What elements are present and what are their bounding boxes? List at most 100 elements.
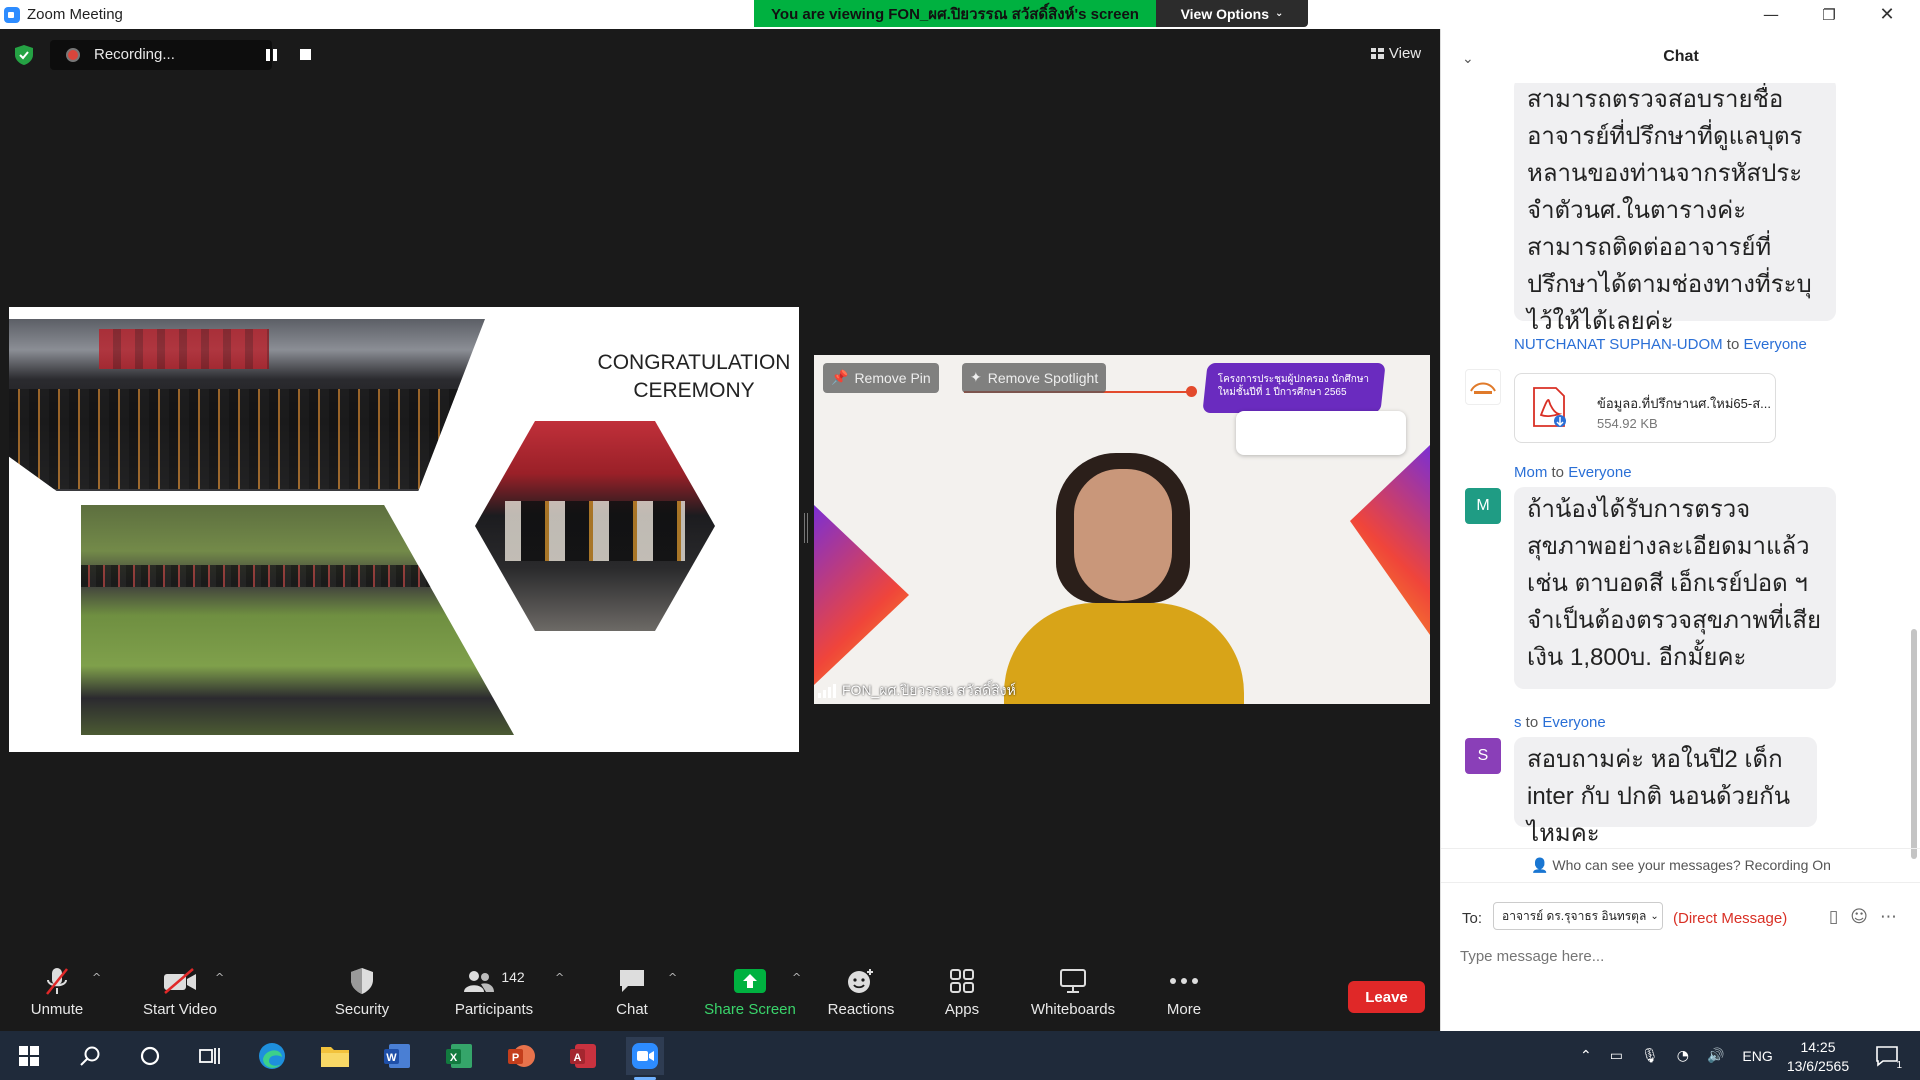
chat-sender-line: s to Everyone — [1514, 714, 1606, 731]
chat-title: Chat — [1663, 48, 1699, 65]
folder-icon — [321, 1047, 349, 1067]
whiteboards-label: Whiteboards — [1030, 1001, 1116, 1018]
emoji-icon[interactable]: ☺ — [1850, 907, 1868, 927]
task-view-icon — [199, 1048, 220, 1064]
graduation-group-photo — [81, 505, 514, 735]
chat-message-list[interactable]: สามารถตรวจสอบรายชื่ออาจารย์ที่ปรึกษาที่ด… — [1441, 83, 1911, 843]
input-language[interactable]: ENG — [1742, 1048, 1772, 1064]
chat-scrollbar[interactable] — [1911, 629, 1917, 859]
participants-count: 142 — [501, 969, 525, 985]
split-divider-handle[interactable] — [804, 513, 808, 543]
cortana-button[interactable] — [131, 1037, 169, 1075]
file-explorer-taskbar-button[interactable] — [316, 1037, 354, 1075]
more-options-icon[interactable]: ⋯ — [1880, 907, 1897, 927]
to-label: To: — [1462, 910, 1483, 927]
edge-taskbar-button[interactable] — [253, 1037, 291, 1075]
chevron-up-icon[interactable]: ⌃ — [1580, 1048, 1592, 1064]
file-name: ข้อมูลอ.ที่ปรึกษานศ.ใหม่65-ส... — [1597, 396, 1771, 411]
chat-to-word: to — [1525, 714, 1539, 731]
participant-video-tile[interactable]: โครงการประชุมผู้ปกครอง นักศึกษาใหม่ชั้นป… — [814, 355, 1430, 704]
minimize-button[interactable]: — — [1743, 0, 1799, 29]
window-title: Zoom Meeting — [27, 6, 123, 23]
chat-recipient: Everyone — [1542, 714, 1606, 731]
decorative-dot — [1186, 386, 1197, 397]
reactions-button[interactable]: Reactions — [826, 965, 896, 1025]
remove-pin-button[interactable]: 📌 Remove Pin — [823, 363, 939, 393]
recipient-select[interactable]: อาจารย์ ดร.รุจาธร อินทรตุล ⌄ — [1493, 902, 1663, 930]
video-off-icon — [164, 968, 196, 994]
viewing-banner: You are viewing FON_ผศ.ปิยวรรณ สวัสดิ์สิ… — [754, 0, 1156, 27]
remove-spotlight-button[interactable]: ✦ Remove Spotlight — [962, 363, 1107, 393]
task-view-button[interactable] — [191, 1037, 229, 1075]
close-button[interactable]: ✕ — [1859, 0, 1915, 29]
video-options-caret-icon[interactable]: ^ — [215, 971, 225, 984]
chat-message-bubble: สามารถตรวจสอบรายชื่ออาจารย์ที่ปรึกษาที่ด… — [1514, 83, 1836, 335]
organization-logo-icon — [1470, 382, 1496, 394]
restore-icon: ❐ — [1822, 5, 1836, 24]
audio-options-caret-icon[interactable]: ^ — [92, 971, 102, 984]
more-button[interactable]: More — [1162, 965, 1206, 1025]
svg-text:W: W — [386, 1052, 397, 1064]
svg-text:X: X — [450, 1052, 458, 1064]
share-screen-caret-icon[interactable]: ^ — [792, 971, 802, 984]
chat-message-input[interactable] — [1460, 941, 1900, 971]
message-visibility-notice[interactable]: 👤 Who can see your messages? Recording O… — [1441, 848, 1920, 878]
file-attach-icon[interactable]: ▯ — [1829, 907, 1838, 927]
restore-button[interactable]: ❐ — [1801, 0, 1857, 29]
leave-button[interactable]: Leave — [1348, 981, 1425, 1013]
excel-icon: X — [446, 1044, 472, 1068]
chat-icon — [620, 970, 644, 992]
reactions-icon — [848, 969, 873, 993]
access-taskbar-button[interactable]: A — [564, 1037, 602, 1075]
chat-button[interactable]: Chat — [610, 965, 654, 1025]
pause-recording-icon[interactable] — [266, 49, 278, 61]
svg-text:A: A — [574, 1052, 582, 1064]
chat-sender-line: NUTCHANAT SUPHAN-UDOM to Everyone — [1514, 336, 1807, 353]
taskbar-clock[interactable]: 14:25 13/6/2565 — [1778, 1038, 1858, 1076]
virtual-background-banner: โครงการประชุมผู้ปกครอง นักศึกษาใหม่ชั้นป… — [1202, 363, 1386, 413]
microphone-icon[interactable]: 🎙 — [1641, 1048, 1659, 1064]
chat-sender-name: Mom — [1514, 464, 1548, 481]
share-screen-button[interactable]: Share Screen — [704, 965, 796, 1025]
participants-caret-icon[interactable]: ^ — [555, 971, 565, 984]
zoom-taskbar-button[interactable] — [626, 1037, 664, 1080]
search-button[interactable] — [71, 1037, 109, 1075]
battery-icon[interactable]: ▭ — [1610, 1048, 1623, 1064]
participants-button[interactable]: 142 Participants — [450, 965, 538, 1025]
security-shield-icon[interactable] — [15, 45, 33, 65]
powerpoint-taskbar-button[interactable]: P — [502, 1037, 540, 1075]
notification-center-button[interactable]: 1 — [1868, 1037, 1906, 1075]
view-grid-icon — [1370, 47, 1384, 59]
view-options-button[interactable]: View Options ⌄ — [1156, 0, 1308, 27]
start-button[interactable] — [10, 1037, 48, 1075]
chat-label: Chat — [616, 1001, 648, 1018]
chat-panel: ⌄ Chat สามารถตรวจสอบรายชื่ออาจารย์ที่ปรึ… — [1440, 29, 1920, 1031]
sender-avatar-logo — [1465, 369, 1501, 405]
pdf-file-icon — [1533, 387, 1566, 427]
apps-label: Apps — [944, 1001, 980, 1018]
unmute-button[interactable]: Unmute — [25, 965, 89, 1025]
chat-sender-name: s — [1514, 714, 1522, 731]
stop-recording-icon[interactable] — [300, 49, 311, 60]
system-tray: ⌃ ▭ 🎙 ◔ 🔊 ENG — [1580, 1031, 1773, 1080]
whiteboards-button[interactable]: Whiteboards — [1028, 965, 1118, 1025]
chat-caret-icon[interactable]: ^ — [668, 971, 678, 984]
virtual-background-banner-text: โครงการประชุมผู้ปกครอง นักศึกษาใหม่ชั้นป… — [1217, 374, 1370, 398]
view-button[interactable]: View — [1364, 40, 1428, 66]
chat-to-word: to — [1726, 336, 1740, 353]
view-label: View — [1388, 44, 1422, 62]
more-dots-icon — [1170, 978, 1198, 984]
chat-file-attachment[interactable]: ข้อมูลอ.ที่ปรึกษานศ.ใหม่65-ส... 554.92 K… — [1514, 373, 1776, 443]
security-button[interactable]: Security — [330, 965, 394, 1025]
apps-button[interactable]: Apps — [942, 965, 982, 1025]
volume-icon[interactable]: 🔊 — [1707, 1048, 1724, 1064]
view-options-label: View Options — [1180, 5, 1270, 22]
reactions-label: Reactions — [827, 1001, 895, 1018]
wifi-icon[interactable]: ◔ — [1677, 1048, 1689, 1064]
excel-taskbar-button[interactable]: X — [440, 1037, 478, 1075]
close-icon: ✕ — [1879, 4, 1895, 25]
start-video-button[interactable]: Start Video — [134, 965, 226, 1025]
word-taskbar-button[interactable]: W — [378, 1037, 416, 1075]
compose-icon-group: ▯ ☺ ⋯ — [1829, 907, 1897, 927]
chat-message-bubble: ถ้าน้องได้รับการตรวจสุขภาพอย่างละเอียดมา… — [1514, 487, 1836, 689]
